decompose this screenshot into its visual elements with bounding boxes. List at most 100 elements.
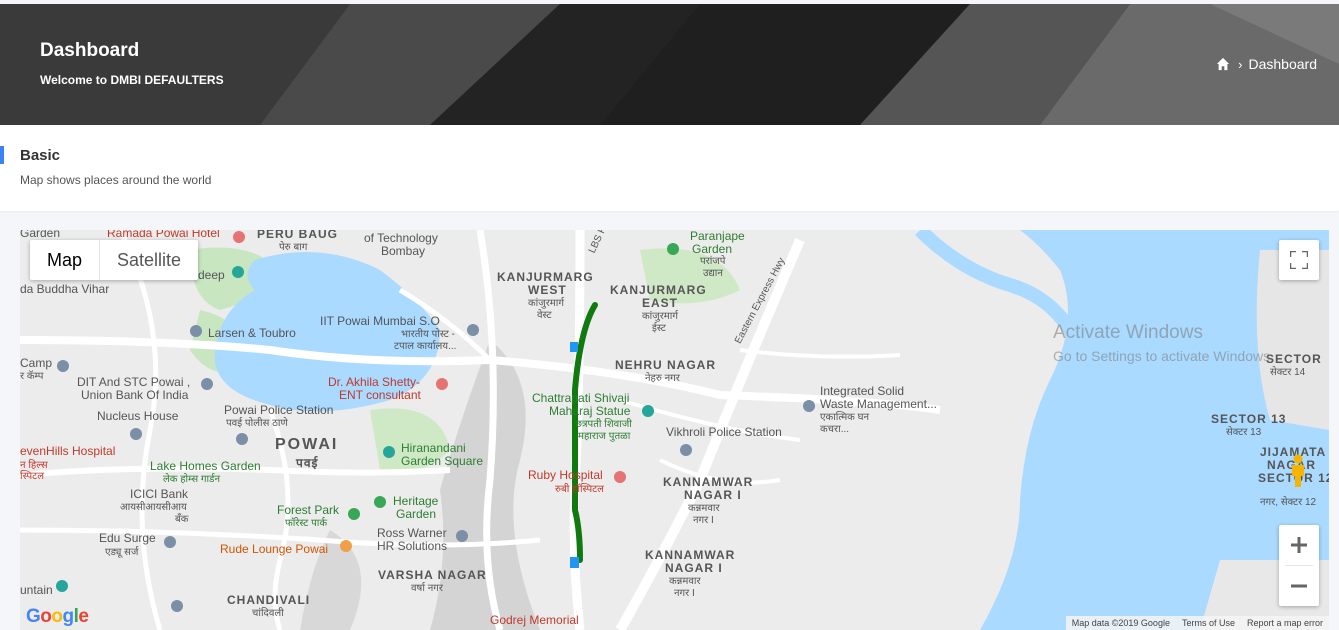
map-label: PERU BAUG [257,230,339,241]
garden-pin-icon[interactable] [667,243,679,255]
breadcrumb-separator: › [1238,56,1243,72]
map-label: महाराज पुतळा [578,431,631,442]
map-label: NEHRU NAGAR [615,358,716,372]
map-label: EAST [642,296,679,310]
map-label: Camp [20,356,53,370]
page-title: Dashboard [40,40,140,61]
zoom-out-button[interactable] [1279,566,1319,606]
map-type-map-button[interactable]: Map [30,240,99,280]
map-label: Forest Park [277,503,340,517]
restaurant-pin-icon[interactable] [340,540,352,552]
plus-icon [1291,537,1307,553]
terms-of-use-link[interactable]: Terms of Use [1182,618,1235,628]
landmark-pin-icon[interactable] [171,600,183,612]
map-label: Rude Lounge Powai [220,542,329,556]
camp-pin-icon[interactable] [57,360,69,372]
map-label: Edu Surge [99,531,156,545]
card-description: Map shows places around the world [20,173,212,187]
report-map-error-link[interactable]: Report a map error [1247,618,1323,628]
map-label: WEST [528,283,567,297]
map-label: NAGAR I [665,561,723,575]
zoom-control [1279,525,1319,606]
banner-background [0,4,1339,125]
basic-card: Basic Map shows places around the world [0,125,1339,211]
fountain-pin-icon[interactable] [56,580,68,592]
map-label: एड्यू सर्ज [105,547,139,558]
map-label: SECTOR 13 [1211,412,1287,426]
map-type-satellite-button[interactable]: Satellite [100,240,198,280]
map-label: POWAI [275,436,339,453]
google-logo[interactable]: Google [26,606,89,628]
map-label: ICICI Bank [130,487,189,501]
office-pin-icon[interactable] [190,325,202,337]
map-label: Garden Square [401,454,484,468]
home-icon[interactable] [1216,57,1230,71]
post-office-pin-icon[interactable] [467,324,479,336]
fullscreen-button[interactable] [1279,240,1319,280]
map-label: Nucleus House [97,409,179,423]
windows-activation-watermark: Activate Windows Go to Settings to activ… [1053,322,1274,364]
card-accent-bar [0,146,4,164]
map-label: Waste Management... [820,397,937,411]
map-label: Godrej Memorial [490,613,579,627]
hospital-pin-icon[interactable] [614,471,626,483]
map-label: CHANDIVALI [227,593,311,607]
map-label: पवई पोलीस ठाणे [226,418,288,429]
map-label: रुबी हॉस्पिटल [555,484,604,495]
police-pin-icon[interactable] [680,444,692,456]
map-label: Vikhroli Police Station [666,425,782,439]
map-label: Ramada Powai Hotel [107,230,220,240]
map-label: da Buddha Vihar [20,282,110,296]
map-label: वेस्ट [537,310,552,321]
map-label: स्पिटल [20,471,44,482]
map-label: Lake Homes Garden [150,459,261,473]
map-label: Larsen & Toubro [208,326,296,340]
map-label: बँक [175,514,189,525]
map-label: IIT Powai Mumbai S.O [320,314,440,328]
map-label: Garden [396,507,437,521]
office-pin-icon[interactable] [456,530,468,542]
map-label: पेरु बाग [279,242,308,253]
map-label: नेहरु नगर [645,373,680,384]
watermark-subtitle: Go to Settings to activate Windows. [1053,348,1274,364]
office-pin-icon[interactable] [130,428,142,440]
map-label: Bombay [381,244,426,258]
police-pin-icon[interactable] [236,433,248,445]
minus-icon [1291,584,1307,588]
map-label: नगर I [693,515,714,526]
map-label: HR Solutions [377,539,448,553]
google-map[interactable]: Garden Ramada Powai Hotel PERU BAUG पेरु… [20,230,1329,630]
map-label: टपाल कार्यालय... [394,341,457,352]
map-label: चांदिवली [252,608,284,619]
map-label: Union Bank Of India [81,388,189,402]
map-label: ईस्ट [652,323,666,334]
school-pin-icon[interactable] [164,536,176,548]
park-pin-icon[interactable] [348,508,360,520]
hotel-pin-icon[interactable] [233,231,245,243]
garden-pin-icon[interactable] [374,496,386,508]
shop-pin-icon[interactable] [232,266,244,278]
facility-pin-icon[interactable] [803,400,815,412]
zoom-in-button[interactable] [1279,525,1319,565]
shopping-pin-icon[interactable] [383,446,395,458]
map-label: SECTOR [1266,352,1322,366]
breadcrumb-current: Dashboard [1248,56,1318,72]
clinic-pin-icon[interactable] [436,378,448,390]
map-label: deep [198,268,225,282]
fullscreen-icon [1290,251,1308,269]
street-view-pegman-icon[interactable] [1287,454,1309,488]
breadcrumb: › Dashboard [1216,56,1317,72]
map-label: नगर I [674,588,695,599]
map-attribution: Map data ©2019 Google Terms of Use Repor… [1065,616,1329,630]
statue-pin-icon[interactable] [642,405,654,417]
map-label: VARSHA NAGAR [378,568,487,582]
map-label: लेक होम्स गार्डन [163,474,221,485]
map-label: वर्षा नगर [411,583,443,594]
map-label: सेक्टर 14 [1270,367,1306,378]
watermark-title: Activate Windows [1053,322,1203,343]
bank-pin-icon[interactable] [201,378,213,390]
map-label: र कॅम्प [20,371,44,382]
map-label: Garden [20,230,61,240]
page-header-banner: Dashboard Welcome to DMBI DEFAULTERS › D… [0,4,1339,125]
map-type-control: Map Satellite [30,240,199,280]
